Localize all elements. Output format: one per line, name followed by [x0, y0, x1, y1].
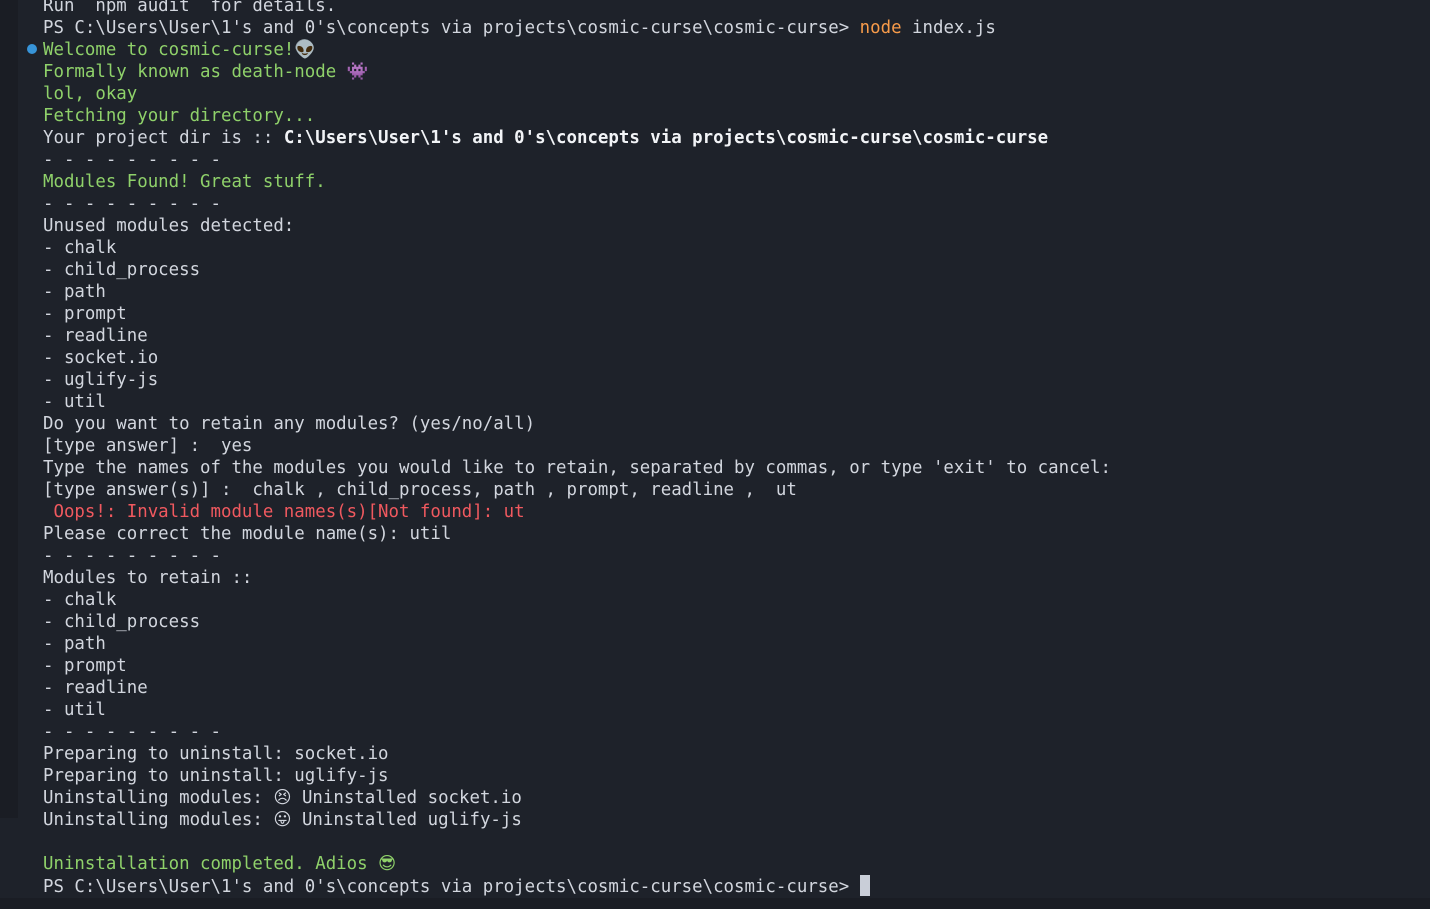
- alias-text: Formally known as death-node: [43, 62, 347, 82]
- list-item: - path: [43, 282, 106, 302]
- command-name: node: [859, 18, 902, 38]
- terminal-gutter: [0, 0, 18, 818]
- terminal-line: Uninstallation completed. Adios 😎: [43, 853, 1430, 875]
- prompt-path: PS C:\Users\User\1's and 0's\concepts vi…: [43, 877, 860, 897]
- terminal-line: Welcome to cosmic-curse!👽: [43, 39, 1430, 61]
- terminal-line: Fetching your directory...: [43, 106, 316, 126]
- error-line: Oops!: Invalid module names(s)[Not found…: [43, 502, 525, 522]
- list-item: - prompt: [43, 304, 127, 324]
- terminal-line: Do you want to retain any modules? (yes/…: [43, 414, 536, 434]
- terminal-line: Please correct the module name(s): util: [43, 524, 452, 544]
- list-item: - util: [43, 700, 106, 720]
- completion-text: Uninstallation completed. Adios: [43, 854, 379, 874]
- terminal-line: Preparing to uninstall: socket.io: [43, 744, 389, 764]
- list-item: - path: [43, 634, 106, 654]
- terminal-line: Uninstalling modules: 😣 Uninstalled sock…: [43, 787, 1430, 809]
- tongue-face-icon: 😛: [273, 810, 292, 830]
- terminal-line: Formally known as death-node 👾: [43, 61, 1430, 83]
- uninstall-result: Uninstalled socket.io: [291, 788, 522, 808]
- terminal-output: Run `npm audit` for details. PS C:\Users…: [43, 0, 1430, 897]
- prompt-path: PS C:\Users\User\1's and 0's\concepts vi…: [43, 18, 860, 38]
- command-decoration-icon[interactable]: [27, 44, 37, 54]
- alien-icon: 👽: [294, 40, 316, 60]
- list-item: - socket.io: [43, 348, 159, 368]
- list-item: - chalk: [43, 590, 117, 610]
- terminal-line: Type the names of the modules you would …: [43, 458, 1111, 478]
- separator-line: - - - - - - - - -: [43, 194, 221, 214]
- terminal-line: Preparing to uninstall: uglify-js: [43, 766, 389, 786]
- prompt-line: PS C:\Users\User\1's and 0's\concepts vi…: [43, 17, 1430, 39]
- list-item: - readline: [43, 678, 148, 698]
- terminal-line: Uninstalling modules: 😛 Uninstalled ugli…: [43, 809, 1430, 831]
- list-item: - readline: [43, 326, 148, 346]
- project-dir-label: Your project dir is ::: [43, 128, 284, 148]
- status-bar: [0, 898, 1430, 909]
- list-item: - child_process: [43, 260, 201, 280]
- terminal-line: [type answer] : yes: [43, 436, 253, 456]
- space-invader-icon: 👾: [346, 62, 369, 82]
- sunglasses-face-icon: 😎: [378, 854, 397, 874]
- terminal-line: lol, okay: [43, 84, 138, 104]
- welcome-text: Welcome to cosmic-curse!: [43, 40, 295, 60]
- terminal-line: Modules to retain ::: [43, 568, 253, 588]
- terminal-line: Your project dir is :: C:\Users\User\1's…: [43, 127, 1430, 149]
- command-arg: index.js: [901, 18, 996, 38]
- project-dir-path: C:\Users\User\1's and 0's\concepts via p…: [283, 128, 1049, 148]
- list-item: - prompt: [43, 656, 127, 676]
- separator-line: - - - - - - - - -: [43, 546, 221, 566]
- list-item: - util: [43, 392, 106, 412]
- persevering-face-icon: 😣: [273, 788, 292, 808]
- prompt-line[interactable]: PS C:\Users\User\1's and 0's\concepts vi…: [43, 875, 1430, 897]
- uninstall-label: Uninstalling modules:: [43, 788, 274, 808]
- separator-line: - - - - - - - - -: [43, 150, 221, 170]
- terminal-line: Unused modules detected:: [43, 216, 295, 236]
- uninstall-result: Uninstalled uglify-js: [291, 810, 522, 830]
- list-item: - uglify-js: [43, 370, 159, 390]
- list-item: - child_process: [43, 612, 201, 632]
- list-item: - chalk: [43, 238, 117, 258]
- terminal-cursor[interactable]: [859, 875, 870, 896]
- terminal-line: Run `npm audit` for details.: [43, 0, 337, 16]
- terminal-line: [type answer(s)] : chalk , child_process…: [43, 480, 797, 500]
- terminal-line: Modules Found! Great stuff.: [43, 172, 326, 192]
- uninstall-label: Uninstalling modules:: [43, 810, 274, 830]
- separator-line: - - - - - - - - -: [43, 722, 221, 742]
- terminal-panel[interactable]: Run `npm audit` for details. PS C:\Users…: [0, 0, 1430, 909]
